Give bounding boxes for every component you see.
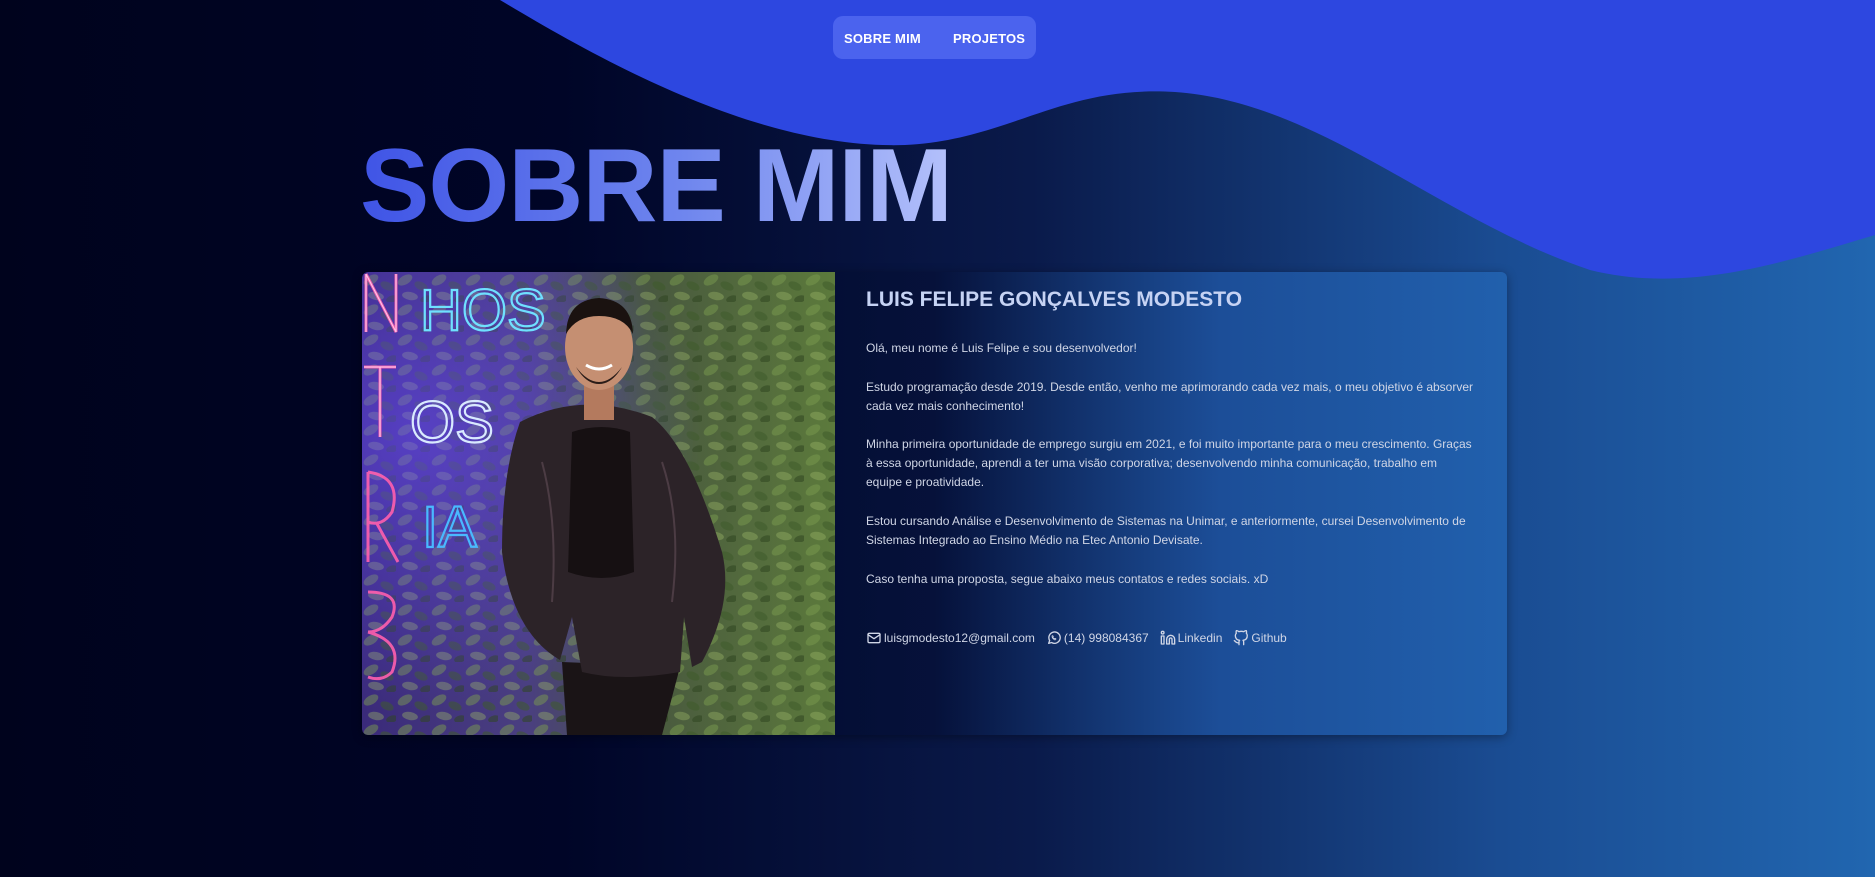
bio-paragraph: Caso tenha uma proposta, segue abaixo me… bbox=[866, 572, 1269, 586]
github-label: Github bbox=[1251, 631, 1287, 645]
nav-link-projetos[interactable]: PROJETOS bbox=[953, 31, 1025, 46]
whatsapp-icon bbox=[1047, 631, 1061, 644]
email-link[interactable]: luisgmodesto12@gmail.com bbox=[866, 630, 1035, 646]
top-nav: SOBRE MIM PROJETOS bbox=[833, 16, 1036, 59]
whatsapp-link[interactable]: (14) 998084367 bbox=[1046, 630, 1149, 646]
bio-paragraph: Estou cursando Análise e Desenvolvimento… bbox=[866, 514, 1466, 547]
bio-paragraph: Olá, meu nome é Luis Felipe e sou desenv… bbox=[866, 341, 1137, 355]
linkedin-icon bbox=[1160, 630, 1176, 645]
about-info: LUIS FELIPE GONÇALVES MODESTO Olá, meu n… bbox=[866, 272, 1476, 735]
bio-paragraph: Estudo programação desde 2019. Desde ent… bbox=[866, 380, 1474, 413]
linkedin-link[interactable]: Linkedin bbox=[1160, 630, 1223, 646]
github-icon bbox=[1234, 630, 1249, 646]
profile-photo: HOS OS IA bbox=[362, 272, 835, 735]
neon-sign-text: HOS bbox=[420, 278, 546, 343]
phone-label: (14) 998084367 bbox=[1063, 631, 1149, 645]
about-card: HOS OS IA LUIS FELIPE GONÇALVES MODESTO … bbox=[362, 272, 1507, 735]
neon-sign-text: OS bbox=[410, 390, 494, 455]
profile-name: LUIS FELIPE GONÇALVES MODESTO bbox=[866, 288, 1243, 311]
linkedin-label: Linkedin bbox=[1177, 631, 1223, 645]
neon-sign-text: IA bbox=[422, 495, 477, 560]
mail-icon bbox=[867, 632, 881, 644]
email-label: luisgmodesto12@gmail.com bbox=[884, 631, 1035, 645]
github-link[interactable]: Github bbox=[1233, 630, 1287, 646]
nav-link-sobre-mim[interactable]: SOBRE MIM bbox=[844, 31, 921, 46]
page-title: SOBRE MIM bbox=[360, 128, 953, 244]
contact-links: luisgmodesto12@gmail.com (14) 998084367 … bbox=[866, 630, 1287, 646]
bio-paragraph: Minha primeira oportunidade de emprego s… bbox=[866, 437, 1472, 489]
